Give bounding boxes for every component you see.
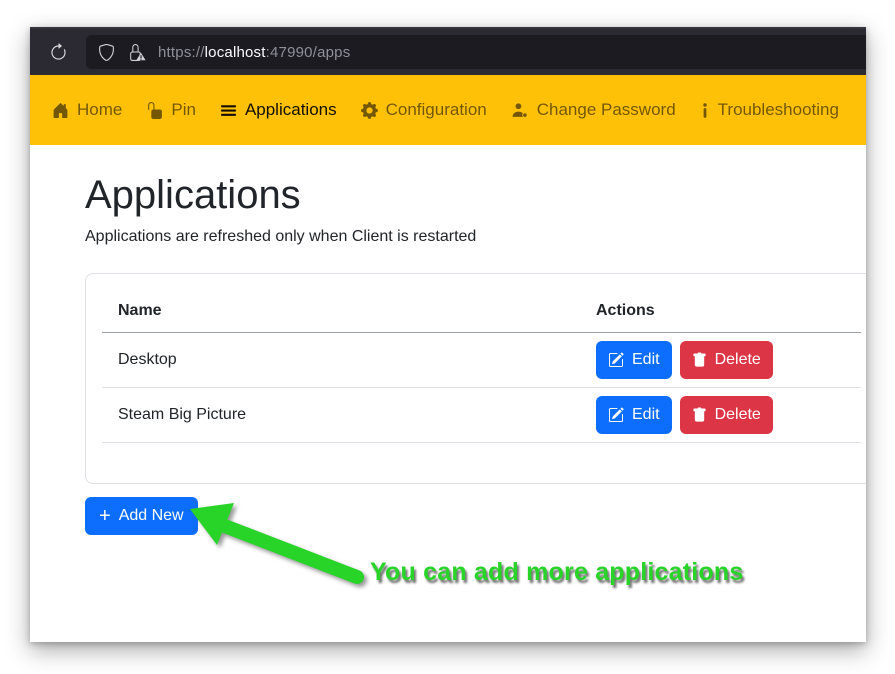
app-name: Steam Big Picture — [102, 388, 580, 443]
column-header-name: Name — [102, 290, 580, 333]
url-host: localhost — [205, 44, 266, 61]
plus-icon: + — [99, 507, 111, 525]
nav-item-configuration[interactable]: Configuration — [349, 90, 499, 130]
nav-label: Applications — [245, 100, 337, 120]
trash-icon — [692, 352, 707, 368]
unlock-icon — [146, 102, 163, 119]
add-new-button-label: Add New — [119, 505, 184, 527]
page-title: Applications — [85, 171, 866, 219]
page-content: Applications Applications are refreshed … — [30, 145, 866, 642]
applications-card: Name Actions Desktop — [85, 273, 866, 484]
pencil-square-icon — [608, 352, 624, 368]
page-subtitle: Applications are refreshed only when Cli… — [85, 225, 866, 249]
app-name: Desktop — [102, 333, 580, 388]
nav-label: Configuration — [386, 100, 487, 120]
nav-item-home[interactable]: Home — [40, 90, 134, 130]
trash-icon — [692, 407, 707, 423]
shield-icon[interactable] — [98, 44, 115, 61]
table-row: Steam Big Picture Edit — [102, 388, 861, 443]
app-navbar: Home Pin Applications Configuration — [30, 75, 866, 145]
nav-label: Troubleshooting — [718, 100, 839, 120]
delete-button[interactable]: Delete — [680, 341, 773, 379]
table-row: Desktop Edit — [102, 333, 861, 388]
nav-label: Home — [77, 100, 122, 120]
url-scheme: https:// — [158, 44, 205, 61]
edit-button[interactable]: Edit — [596, 341, 672, 379]
insecure-lock-icon[interactable] — [127, 44, 146, 61]
edit-button-label: Edit — [632, 404, 660, 426]
nav-item-change-password[interactable]: Change Password — [499, 90, 688, 130]
url-text[interactable]: https://localhost:47990/apps — [158, 44, 350, 61]
app-actions: Edit Delete — [580, 388, 861, 443]
app-actions: Edit Delete — [580, 333, 861, 388]
gear-icon — [361, 102, 378, 119]
nav-item-applications[interactable]: Applications — [208, 90, 349, 130]
delete-button-label: Delete — [715, 349, 761, 371]
edit-button-label: Edit — [632, 349, 660, 371]
user-key-icon — [511, 102, 529, 119]
pencil-square-icon — [608, 407, 624, 423]
add-new-button[interactable]: + Add New — [85, 497, 198, 535]
url-path: :47990/apps — [266, 44, 351, 61]
browser-window: https://localhost:47990/apps Home Pin — [30, 27, 866, 642]
nav-label: Pin — [171, 100, 196, 120]
applications-card-body: Name Actions Desktop — [86, 274, 866, 483]
nav-item-troubleshooting[interactable]: Troubleshooting — [688, 90, 851, 130]
menu-bars-icon — [220, 102, 237, 119]
edit-button[interactable]: Edit — [596, 396, 672, 434]
browser-toolbar: https://localhost:47990/apps — [30, 27, 866, 75]
applications-table: Name Actions Desktop — [102, 290, 861, 443]
nav-item-pin[interactable]: Pin — [134, 90, 208, 130]
nav-label: Change Password — [537, 100, 676, 120]
delete-button-label: Delete — [715, 404, 761, 426]
table-header-row: Name Actions — [102, 290, 861, 333]
address-bar[interactable]: https://localhost:47990/apps — [86, 35, 866, 69]
info-icon — [700, 102, 710, 119]
reload-button[interactable] — [42, 36, 74, 68]
column-header-actions: Actions — [580, 290, 861, 333]
delete-button[interactable]: Delete — [680, 396, 773, 434]
home-icon — [52, 102, 69, 119]
reload-icon — [49, 43, 68, 62]
